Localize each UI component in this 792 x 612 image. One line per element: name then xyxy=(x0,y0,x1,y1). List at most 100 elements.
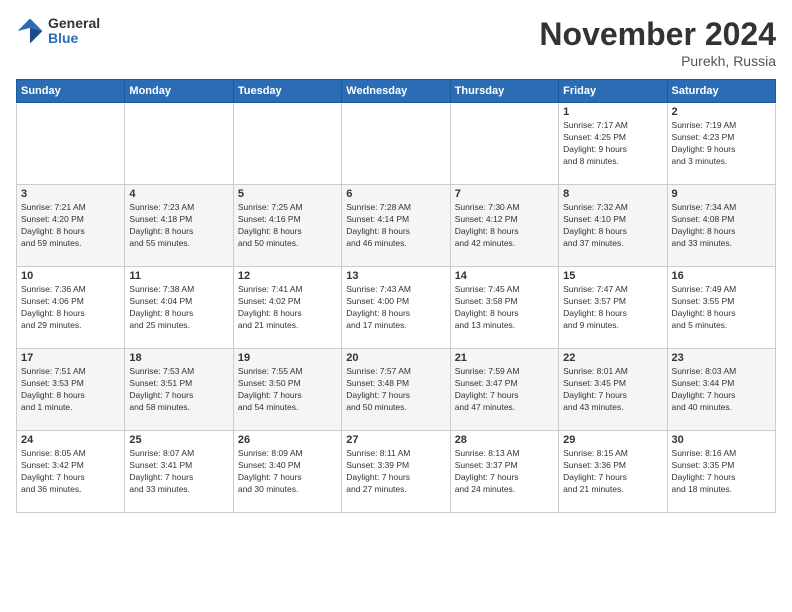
day-number: 2 xyxy=(672,106,771,118)
day-info: Sunrise: 7:59 AM Sunset: 3:47 PM Dayligh… xyxy=(455,366,554,414)
calendar-cell: 19 Sunrise: 7:55 AM Sunset: 3:50 PM Dayli… xyxy=(233,349,341,431)
logo: General Blue xyxy=(16,16,100,47)
title-block: November 2024 Purekh, Russia xyxy=(539,16,776,69)
day-info: Sunrise: 8:01 AM Sunset: 3:45 PM Dayligh… xyxy=(563,366,662,414)
day-number: 11 xyxy=(129,270,228,282)
logo-blue: Blue xyxy=(48,31,100,46)
calendar-table: Sunday Monday Tuesday Wednesday Thursday… xyxy=(16,79,776,513)
calendar-cell: 11 Sunrise: 7:38 AM Sunset: 4:04 PM Dayli… xyxy=(125,267,233,349)
header: General Blue November 2024 Purekh, Russi… xyxy=(16,16,776,69)
calendar-cell: 20 Sunrise: 7:57 AM Sunset: 3:48 PM Dayli… xyxy=(342,349,450,431)
calendar-cell: 12Sunrise: 7:41 AM Sunset: 4:02 PM Dayli… xyxy=(233,267,341,349)
day-number: 14 xyxy=(455,270,554,282)
day-number: 16 xyxy=(672,270,771,282)
day-number: 1 xyxy=(563,106,662,118)
day-info: Sunrise: 7:55 AM Sunset: 3:50 PM Dayligh… xyxy=(238,366,337,414)
calendar-cell: 26 Sunrise: 8:09 AM Sunset: 3:40 PM Dayli… xyxy=(233,431,341,513)
day-number: 22 xyxy=(563,352,662,364)
calendar-cell: 8 Sunrise: 7:32 AM Sunset: 4:10 PM Daylig… xyxy=(559,185,667,267)
col-saturday: Saturday xyxy=(667,80,775,103)
day-info: Sunrise: 8:11 AM Sunset: 3:39 PM Dayligh… xyxy=(346,448,445,496)
day-number: 18 xyxy=(129,352,228,364)
day-info: Sunrise: 8:09 AM Sunset: 3:40 PM Dayligh… xyxy=(238,448,337,496)
calendar-cell: 23 Sunrise: 8:03 AM Sunset: 3:44 PM Dayli… xyxy=(667,349,775,431)
calendar-cell: 29 Sunrise: 8:15 AM Sunset: 3:36 PM Dayli… xyxy=(559,431,667,513)
day-number: 5 xyxy=(238,188,337,200)
location: Purekh, Russia xyxy=(539,53,776,69)
calendar-cell xyxy=(125,103,233,185)
calendar-cell: 16 Sunrise: 7:49 AM Sunset: 3:55 PM Dayli… xyxy=(667,267,775,349)
calendar-cell: 18 Sunrise: 7:53 AM Sunset: 3:51 PM Dayli… xyxy=(125,349,233,431)
day-number: 8 xyxy=(563,188,662,200)
week-row-3: 10 Sunrise: 7:36 AM Sunset: 4:06 PM Dayli… xyxy=(17,267,776,349)
calendar-cell: 15 Sunrise: 7:47 AM Sunset: 3:57 PM Dayli… xyxy=(559,267,667,349)
day-number: 6 xyxy=(346,188,445,200)
day-info: Sunrise: 7:49 AM Sunset: 3:55 PM Dayligh… xyxy=(672,284,771,332)
day-number: 4 xyxy=(129,188,228,200)
day-info: Sunrise: 7:57 AM Sunset: 3:48 PM Dayligh… xyxy=(346,366,445,414)
day-number: 24 xyxy=(21,434,120,446)
week-row-2: 3 Sunrise: 7:21 AM Sunset: 4:20 PM Daylig… xyxy=(17,185,776,267)
day-info: Sunrise: 8:03 AM Sunset: 3:44 PM Dayligh… xyxy=(672,366,771,414)
col-friday: Friday xyxy=(559,80,667,103)
day-info: Sunrise: 8:16 AM Sunset: 3:35 PM Dayligh… xyxy=(672,448,771,496)
logo-text: General Blue xyxy=(48,16,100,47)
calendar-cell: 25Sunrise: 8:07 AM Sunset: 3:41 PM Dayli… xyxy=(125,431,233,513)
day-number: 20 xyxy=(346,352,445,364)
calendar-cell xyxy=(342,103,450,185)
calendar-header-row: Sunday Monday Tuesday Wednesday Thursday… xyxy=(17,80,776,103)
day-number: 30 xyxy=(672,434,771,446)
calendar-cell xyxy=(233,103,341,185)
day-info: Sunrise: 7:38 AM Sunset: 4:04 PM Dayligh… xyxy=(129,284,228,332)
calendar-cell: 4 Sunrise: 7:23 AM Sunset: 4:18 PM Daylig… xyxy=(125,185,233,267)
page: General Blue November 2024 Purekh, Russi… xyxy=(0,0,792,612)
day-info: Sunrise: 8:07 AM Sunset: 3:41 PM Dayligh… xyxy=(129,448,228,496)
calendar-cell: 9 Sunrise: 7:34 AM Sunset: 4:08 PM Daylig… xyxy=(667,185,775,267)
day-info: Sunrise: 7:53 AM Sunset: 3:51 PM Dayligh… xyxy=(129,366,228,414)
calendar-cell: 17Sunrise: 7:51 AM Sunset: 3:53 PM Dayli… xyxy=(17,349,125,431)
col-thursday: Thursday xyxy=(450,80,558,103)
day-info: Sunrise: 7:25 AM Sunset: 4:16 PM Dayligh… xyxy=(238,202,337,250)
col-sunday: Sunday xyxy=(17,80,125,103)
week-row-5: 24 Sunrise: 8:05 AM Sunset: 3:42 PM Dayli… xyxy=(17,431,776,513)
calendar-cell: 22 Sunrise: 8:01 AM Sunset: 3:45 PM Dayli… xyxy=(559,349,667,431)
day-number: 3 xyxy=(21,188,120,200)
day-info: Sunrise: 7:23 AM Sunset: 4:18 PM Dayligh… xyxy=(129,202,228,250)
day-info: Sunrise: 7:28 AM Sunset: 4:14 PM Dayligh… xyxy=(346,202,445,250)
day-number: 26 xyxy=(238,434,337,446)
logo-general: General xyxy=(48,16,100,31)
month-title: November 2024 xyxy=(539,16,776,53)
calendar-cell: 1Sunrise: 7:17 AM Sunset: 4:25 PM Daylig… xyxy=(559,103,667,185)
logo-icon xyxy=(16,17,44,45)
day-info: Sunrise: 7:34 AM Sunset: 4:08 PM Dayligh… xyxy=(672,202,771,250)
col-wednesday: Wednesday xyxy=(342,80,450,103)
day-number: 15 xyxy=(563,270,662,282)
day-number: 27 xyxy=(346,434,445,446)
week-row-1: 1Sunrise: 7:17 AM Sunset: 4:25 PM Daylig… xyxy=(17,103,776,185)
calendar-cell: 13Sunrise: 7:43 AM Sunset: 4:00 PM Dayli… xyxy=(342,267,450,349)
day-info: Sunrise: 8:05 AM Sunset: 3:42 PM Dayligh… xyxy=(21,448,120,496)
day-info: Sunrise: 8:15 AM Sunset: 3:36 PM Dayligh… xyxy=(563,448,662,496)
calendar-cell: 5 Sunrise: 7:25 AM Sunset: 4:16 PM Daylig… xyxy=(233,185,341,267)
calendar-cell: 2 Sunrise: 7:19 AM Sunset: 4:23 PM Daylig… xyxy=(667,103,775,185)
day-info: Sunrise: 7:51 AM Sunset: 3:53 PM Dayligh… xyxy=(21,366,120,414)
col-monday: Monday xyxy=(125,80,233,103)
calendar-cell: 30 Sunrise: 8:16 AM Sunset: 3:35 PM Dayli… xyxy=(667,431,775,513)
day-number: 29 xyxy=(563,434,662,446)
day-info: Sunrise: 7:32 AM Sunset: 4:10 PM Dayligh… xyxy=(563,202,662,250)
day-info: Sunrise: 7:21 AM Sunset: 4:20 PM Dayligh… xyxy=(21,202,120,250)
calendar-cell xyxy=(17,103,125,185)
day-number: 23 xyxy=(672,352,771,364)
calendar-cell: 10 Sunrise: 7:36 AM Sunset: 4:06 PM Dayli… xyxy=(17,267,125,349)
day-number: 19 xyxy=(238,352,337,364)
day-info: Sunrise: 7:47 AM Sunset: 3:57 PM Dayligh… xyxy=(563,284,662,332)
day-number: 9 xyxy=(672,188,771,200)
day-info: Sunrise: 7:36 AM Sunset: 4:06 PM Dayligh… xyxy=(21,284,120,332)
calendar-cell: 3 Sunrise: 7:21 AM Sunset: 4:20 PM Daylig… xyxy=(17,185,125,267)
day-info: Sunrise: 7:19 AM Sunset: 4:23 PM Dayligh… xyxy=(672,120,771,168)
day-info: Sunrise: 7:43 AM Sunset: 4:00 PM Dayligh… xyxy=(346,284,445,332)
day-info: Sunrise: 7:30 AM Sunset: 4:12 PM Dayligh… xyxy=(455,202,554,250)
calendar-cell: 24 Sunrise: 8:05 AM Sunset: 3:42 PM Dayli… xyxy=(17,431,125,513)
calendar-cell: 6 Sunrise: 7:28 AM Sunset: 4:14 PM Daylig… xyxy=(342,185,450,267)
day-number: 10 xyxy=(21,270,120,282)
